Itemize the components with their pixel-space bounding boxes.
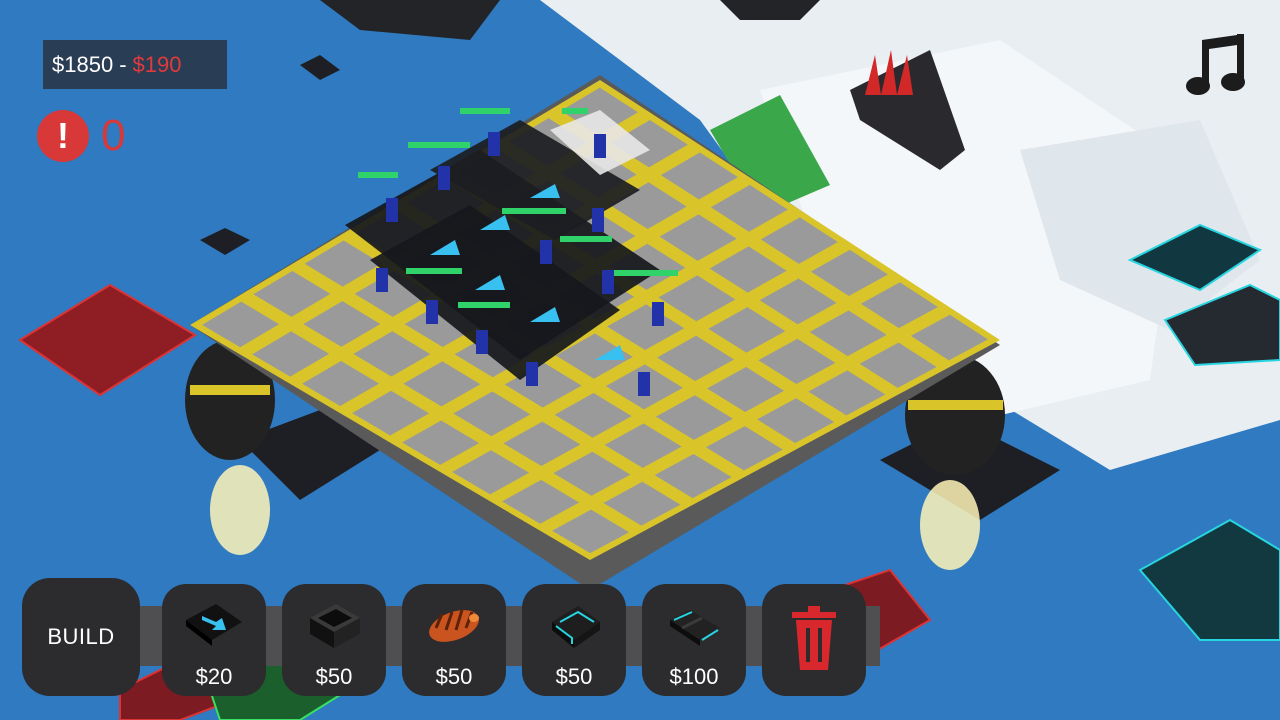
machine-box-icon — [310, 604, 360, 648]
tool-price: $50 — [435, 664, 473, 689]
money-cost: $190 — [132, 51, 182, 77]
tool-price: $20 — [195, 664, 233, 689]
alert-count: 0 — [101, 111, 126, 160]
tool-splitter-button[interactable]: $50 — [522, 584, 626, 696]
combiner-icon — [670, 610, 720, 646]
music-note-icon[interactable] — [1184, 30, 1250, 100]
build-label: BUILD — [47, 624, 115, 649]
build-toolbar: BUILD $20 $50 $50 $50 $100 — [0, 570, 1280, 720]
tool-price: $100 — [669, 664, 719, 689]
tool-machine-box-button[interactable]: $50 — [282, 584, 386, 696]
tool-combiner-button[interactable]: $100 — [642, 584, 746, 696]
trash-icon — [792, 606, 836, 670]
money-panel: $1850 - $190 — [43, 40, 227, 89]
tool-drill-button[interactable]: $50 — [402, 584, 506, 696]
build-button[interactable]: BUILD — [22, 578, 140, 696]
tool-price: $50 — [555, 664, 593, 689]
exclamation-icon[interactable]: ! — [37, 110, 89, 162]
money-separator: - — [119, 51, 127, 77]
tool-price: $50 — [315, 664, 353, 689]
alert-indicator[interactable]: ! 0 — [37, 110, 125, 162]
splitter-icon — [552, 606, 600, 648]
conveyor-icon — [186, 604, 242, 646]
tool-conveyor-button[interactable]: $20 — [162, 584, 266, 696]
drill-icon — [429, 609, 479, 642]
money-balance: $1850 — [52, 51, 114, 77]
delete-button[interactable] — [762, 584, 866, 696]
